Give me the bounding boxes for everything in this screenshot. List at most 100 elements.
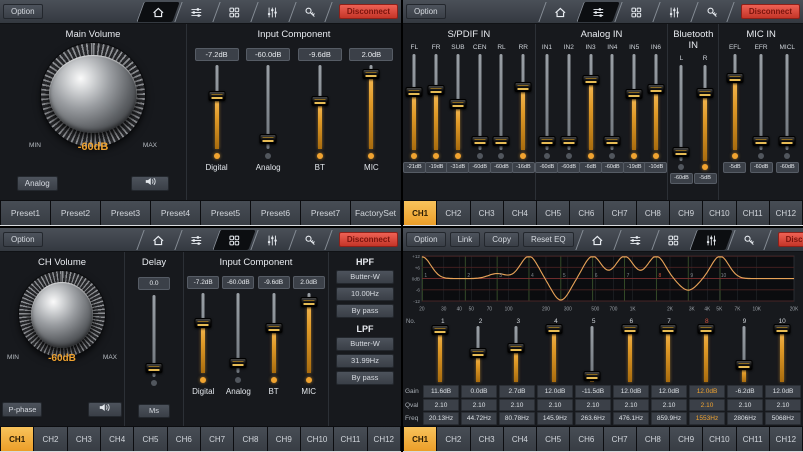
slider-handle[interactable] (698, 324, 715, 334)
hpf-bypass-button[interactable]: By pass (336, 304, 394, 318)
tab-mixer[interactable] (174, 2, 217, 22)
lpf-type-button[interactable]: Butter-W (336, 337, 394, 351)
tab-mixer[interactable] (613, 230, 656, 250)
source-analog-button[interactable]: Analog (17, 176, 58, 191)
gain-slider-digital[interactable] (195, 293, 211, 373)
slider-handle[interactable] (546, 324, 563, 334)
channel-tab-ch1[interactable]: CH1 (1, 427, 33, 451)
lpf-freq-button[interactable]: 31.99Hz (336, 354, 394, 368)
lpf-bypass-button[interactable]: By pass (336, 371, 394, 385)
level-slider-rl[interactable] (493, 54, 509, 150)
gain-slider-bt[interactable] (312, 65, 328, 149)
channel-tab-ch4[interactable]: CH4 (504, 201, 536, 225)
channel-tab-ch8[interactable]: CH8 (234, 427, 266, 451)
level-slider-efl[interactable] (727, 54, 743, 150)
slider-handle[interactable] (260, 134, 277, 144)
channel-tab-ch10[interactable]: CH10 (703, 427, 735, 451)
preset-tab-preset5[interactable]: Preset5 (201, 201, 250, 225)
tab-faders[interactable] (250, 230, 293, 250)
channel-tab-ch9[interactable]: CH9 (670, 427, 702, 451)
option-button[interactable]: Option (406, 232, 446, 247)
eq-gain-value[interactable]: 12.0dB (651, 385, 687, 398)
tab-key[interactable] (690, 2, 734, 22)
channel-tab-ch6[interactable]: CH6 (168, 427, 200, 451)
slider-handle[interactable] (673, 147, 690, 157)
eq-freq-value[interactable]: 476.1Hz (613, 412, 649, 425)
slider-handle[interactable] (363, 69, 380, 79)
slider-handle[interactable] (515, 82, 532, 92)
eq-freq-value[interactable]: 80.78Hz (499, 412, 535, 425)
option-button[interactable]: Option (406, 4, 446, 19)
preset-tab-preset1[interactable]: Preset1 (1, 201, 50, 225)
level-slider-fr[interactable] (428, 54, 444, 150)
slider-handle[interactable] (736, 360, 753, 370)
slider-handle[interactable] (406, 87, 423, 97)
slider-handle[interactable] (470, 348, 487, 358)
channel-tab-ch11[interactable]: CH11 (737, 201, 769, 225)
channel-tab-ch3[interactable]: CH3 (471, 201, 503, 225)
eq-qval-value[interactable]: 2.10 (423, 399, 459, 412)
eq-band-slider-1[interactable] (432, 326, 448, 382)
slider-handle[interactable] (626, 89, 643, 99)
option-button[interactable]: Option (3, 4, 43, 19)
eq-band-slider-7[interactable] (660, 326, 676, 382)
slider-handle[interactable] (449, 99, 466, 109)
level-slider-in1[interactable] (539, 54, 555, 150)
slider-handle[interactable] (538, 136, 555, 146)
level-slider-r[interactable] (697, 65, 713, 161)
eq-qval-value[interactable]: 2.10 (461, 399, 497, 412)
channel-tab-ch4[interactable]: CH4 (504, 427, 536, 451)
eq-gain-value[interactable]: 12.0dB (613, 385, 649, 398)
preset-tab-preset3[interactable]: Preset3 (101, 201, 150, 225)
tab-home[interactable] (538, 2, 581, 22)
link-button[interactable]: Link (450, 232, 481, 247)
slider-handle[interactable] (604, 136, 621, 146)
tab-faders[interactable] (689, 230, 732, 250)
eq-qval-value[interactable]: 2.10 (499, 399, 535, 412)
eq-band-slider-5[interactable] (584, 326, 600, 382)
eq-band-slider-6[interactable] (622, 326, 638, 382)
slider-handle[interactable] (582, 75, 599, 85)
channel-tab-ch5[interactable]: CH5 (537, 427, 569, 451)
gain-slider-analog[interactable] (260, 65, 276, 149)
reset-eq-button[interactable]: Reset EQ (523, 232, 574, 247)
tab-key[interactable] (727, 230, 771, 250)
channel-tab-ch5[interactable]: CH5 (537, 201, 569, 225)
eq-gain-value[interactable]: 12.0dB (537, 385, 573, 398)
channel-tab-ch9[interactable]: CH9 (268, 427, 300, 451)
level-slider-fl[interactable] (406, 54, 422, 150)
gain-slider-digital[interactable] (209, 65, 225, 149)
eq-band-slider-2[interactable] (470, 326, 486, 382)
channel-tab-ch4[interactable]: CH4 (101, 427, 133, 451)
level-slider-in5[interactable] (626, 54, 642, 150)
slider-handle[interactable] (265, 323, 282, 333)
slider-handle[interactable] (508, 343, 525, 353)
level-slider-efr[interactable] (753, 54, 769, 150)
channel-tab-ch11[interactable]: CH11 (334, 427, 366, 451)
channel-tab-ch6[interactable]: CH6 (570, 427, 602, 451)
level-slider-cen[interactable] (472, 54, 488, 150)
slider-handle[interactable] (195, 318, 212, 328)
eq-band-slider-8[interactable] (698, 326, 714, 382)
level-slider-l[interactable] (673, 65, 689, 161)
eq-qval-value[interactable]: 2.10 (727, 399, 763, 412)
slider-handle[interactable] (779, 136, 796, 146)
channel-tab-ch12[interactable]: CH12 (770, 427, 802, 451)
eq-gain-value[interactable]: 12.0dB (765, 385, 801, 398)
channel-tab-ch2[interactable]: CH2 (437, 427, 469, 451)
eq-band-slider-9[interactable] (736, 326, 752, 382)
slider-handle[interactable] (584, 371, 601, 381)
eq-qval-value[interactable]: 2.10 (575, 399, 611, 412)
gain-slider-analog[interactable] (230, 293, 246, 373)
slider-handle[interactable] (647, 84, 664, 94)
slider-handle[interactable] (753, 136, 770, 146)
channel-tab-ch7[interactable]: CH7 (201, 427, 233, 451)
gain-slider-bt[interactable] (266, 293, 282, 373)
tab-key[interactable] (288, 2, 332, 22)
slider-handle[interactable] (311, 96, 328, 106)
slider-handle[interactable] (697, 88, 714, 98)
tab-mixer[interactable] (576, 2, 619, 22)
level-slider-in4[interactable] (604, 54, 620, 150)
channel-tab-ch3[interactable]: CH3 (68, 427, 100, 451)
preset-tab-preset4[interactable]: Preset4 (151, 201, 200, 225)
